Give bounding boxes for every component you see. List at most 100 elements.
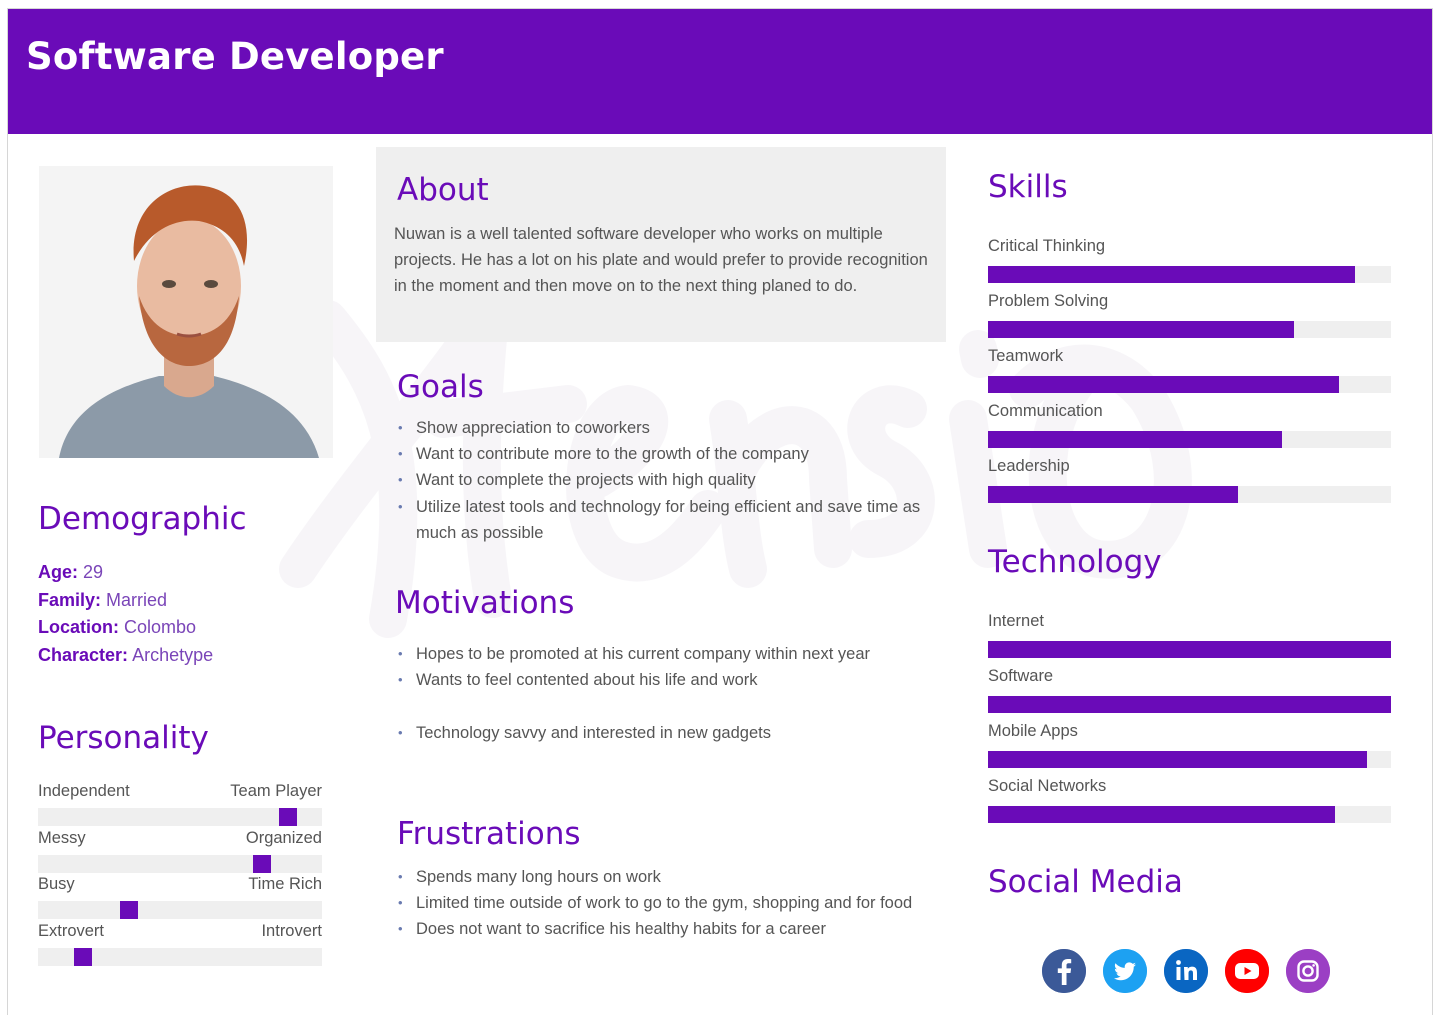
skills-bar: Critical Thinking [988, 237, 1391, 283]
motivations-title: Motivations [395, 585, 575, 621]
skills-bar: Teamwork [988, 347, 1391, 393]
list-item: Show appreciation to coworkers [395, 415, 935, 441]
bar-label: Leadership [988, 457, 1070, 475]
demographic-row: Age: 29 [38, 559, 213, 587]
bar-fill [988, 696, 1391, 713]
bar-fill [988, 321, 1294, 338]
list-item: Spends many long hours on work [395, 864, 935, 890]
demographic-value: Archetype [132, 644, 214, 665]
demographic-label: Character: [38, 644, 129, 665]
slider-track [38, 808, 322, 826]
bar-track [988, 266, 1391, 283]
about-text: Nuwan is a well talented software develo… [394, 225, 928, 295]
skills-bar: Leadership [988, 457, 1391, 503]
slider-left-label: Extrovert [38, 921, 105, 940]
list-item: Utilize latest tools and technology for … [395, 494, 935, 546]
skills-bar: Problem Solving [988, 292, 1391, 338]
bar-track [988, 806, 1391, 823]
goals-title: Goals [397, 369, 484, 405]
bar-track [988, 641, 1391, 658]
personality-slider: Busy Time Rich [38, 875, 322, 919]
bar-track [988, 376, 1391, 393]
slider-track [38, 854, 322, 873]
demographic-row: Location: Colombo [38, 614, 213, 642]
list-item: Limited time outside of work to go to th… [395, 890, 935, 916]
demographic-row: Family: Married [38, 587, 213, 615]
bar-label: Social Networks [988, 777, 1107, 795]
goals-list: Show appreciation to coworkers Want to c… [395, 415, 935, 546]
slider-right-label: Organized [245, 828, 322, 847]
bar-fill [988, 641, 1391, 658]
bar-fill [988, 266, 1355, 283]
slider-right-label: Time Rich [248, 875, 322, 893]
bar-track [988, 751, 1391, 768]
bar-fill [988, 806, 1335, 823]
bar-label: Software [988, 667, 1054, 685]
demographic-label: Age: [38, 562, 78, 582]
demographic-row: Character: Archetype [38, 642, 213, 670]
bar-label: Internet [988, 612, 1044, 630]
bar-track [988, 696, 1391, 713]
slider-left-label: Busy [38, 875, 75, 893]
technology-bar: Internet [988, 612, 1391, 658]
technology-bar: Social Networks [988, 777, 1391, 823]
header-banner: Software Developer [8, 9, 1432, 134]
youtube-icon[interactable] [1225, 949, 1269, 993]
skills-bar: Communication [988, 402, 1391, 448]
frustrations-title: Frustrations [397, 816, 581, 852]
demographic-value: 29 [83, 562, 104, 582]
slider-left-label: Messy [38, 828, 86, 847]
bar-track [988, 431, 1391, 448]
demographic-label: Family: [38, 589, 102, 610]
personality-slider: Independent Team Player [38, 782, 322, 826]
bar-fill [988, 751, 1367, 768]
bar-fill [988, 376, 1339, 393]
list-item: Want to complete the projects with high … [395, 467, 935, 493]
persona-card: Software Developer Demographic Age: 29 F… [7, 8, 1433, 1015]
demographic-title: Demographic [38, 501, 247, 537]
bar-label: Problem Solving [988, 292, 1109, 310]
list-item: Wants to feel contented about his life a… [395, 667, 915, 693]
facebook-icon[interactable] [1042, 949, 1086, 993]
demographic-value: Married [106, 589, 168, 610]
slider-knob [279, 808, 297, 826]
personality-slider: Extrovert Introvert [38, 922, 322, 966]
slider-knob [120, 901, 138, 919]
social-media-title: Social Media [988, 864, 1183, 900]
personality-title: Personality [38, 720, 209, 756]
skills-title: Skills [988, 169, 1068, 205]
technology-bar: Software [988, 667, 1391, 713]
bar-track [988, 486, 1391, 503]
instagram-icon[interactable] [1286, 949, 1330, 993]
demographic-value: Colombo [124, 617, 197, 637]
twitter-icon[interactable] [1103, 949, 1147, 993]
bar-label: Teamwork [988, 347, 1064, 365]
list-item: Technology savvy and interested in new g… [395, 720, 915, 746]
bar-label: Mobile Apps [988, 722, 1078, 740]
slider-left-label: Independent [38, 782, 130, 800]
bar-label: Critical Thinking [988, 237, 1106, 255]
slider-knob [74, 947, 92, 966]
page-title: Software Developer [26, 35, 444, 78]
frustrations-list: Spends many long hours on work Limited t… [395, 864, 935, 943]
demographic-list: Age: 29 Family: Married Location: Colombo C… [38, 559, 213, 669]
technology-bar: Mobile Apps [988, 722, 1391, 768]
linkedin-icon[interactable] [1164, 949, 1208, 993]
about-title: About [397, 172, 489, 208]
demographic-label: Location: [38, 617, 119, 637]
list-item: Want to contribute more to the growth of… [395, 441, 935, 467]
slider-knob [253, 854, 271, 873]
profile-photo [39, 166, 333, 458]
personality-slider: Messy Organized [38, 829, 322, 873]
technology-title: Technology [988, 544, 1162, 580]
social-icons [1042, 949, 1330, 993]
list-item: Does not want to sacrifice his healthy h… [395, 916, 935, 942]
slider-track [38, 901, 322, 919]
bar-track [988, 321, 1391, 338]
bar-fill [988, 486, 1238, 503]
bar-fill [988, 431, 1282, 448]
list-item: Hopes to be promoted at his current comp… [395, 641, 915, 667]
motivations-list: Hopes to be promoted at his current comp… [395, 641, 915, 747]
slider-right-label: Team Player [230, 782, 322, 800]
slider-right-label: Introvert [261, 921, 322, 940]
